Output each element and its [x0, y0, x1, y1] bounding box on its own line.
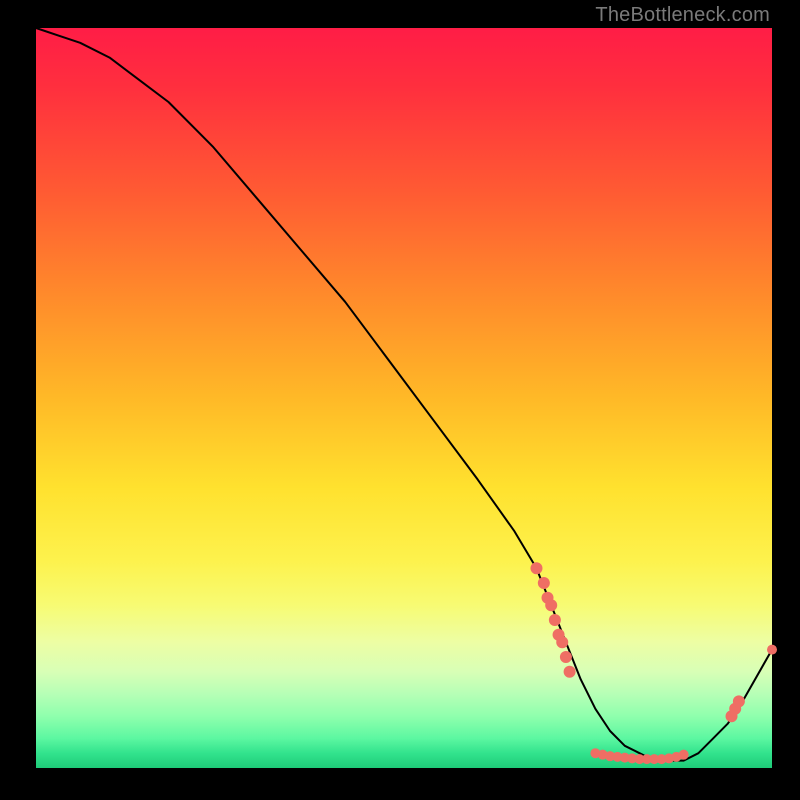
marker-dot	[564, 666, 576, 678]
marker-dot	[545, 599, 557, 611]
curve-line	[36, 28, 772, 761]
marker-dot	[530, 562, 542, 574]
watermark-text: TheBottleneck.com	[595, 4, 770, 27]
marker-dot	[767, 645, 777, 655]
chart-plot-area	[36, 28, 772, 768]
chart-frame: TheBottleneck.com	[0, 0, 800, 800]
chart-svg	[36, 28, 772, 768]
marker-dot	[733, 695, 745, 707]
marker-dot	[538, 577, 550, 589]
data-markers	[530, 562, 777, 764]
marker-dot	[560, 651, 572, 663]
marker-dot	[556, 636, 568, 648]
marker-dot	[679, 750, 689, 760]
marker-dot	[549, 614, 561, 626]
